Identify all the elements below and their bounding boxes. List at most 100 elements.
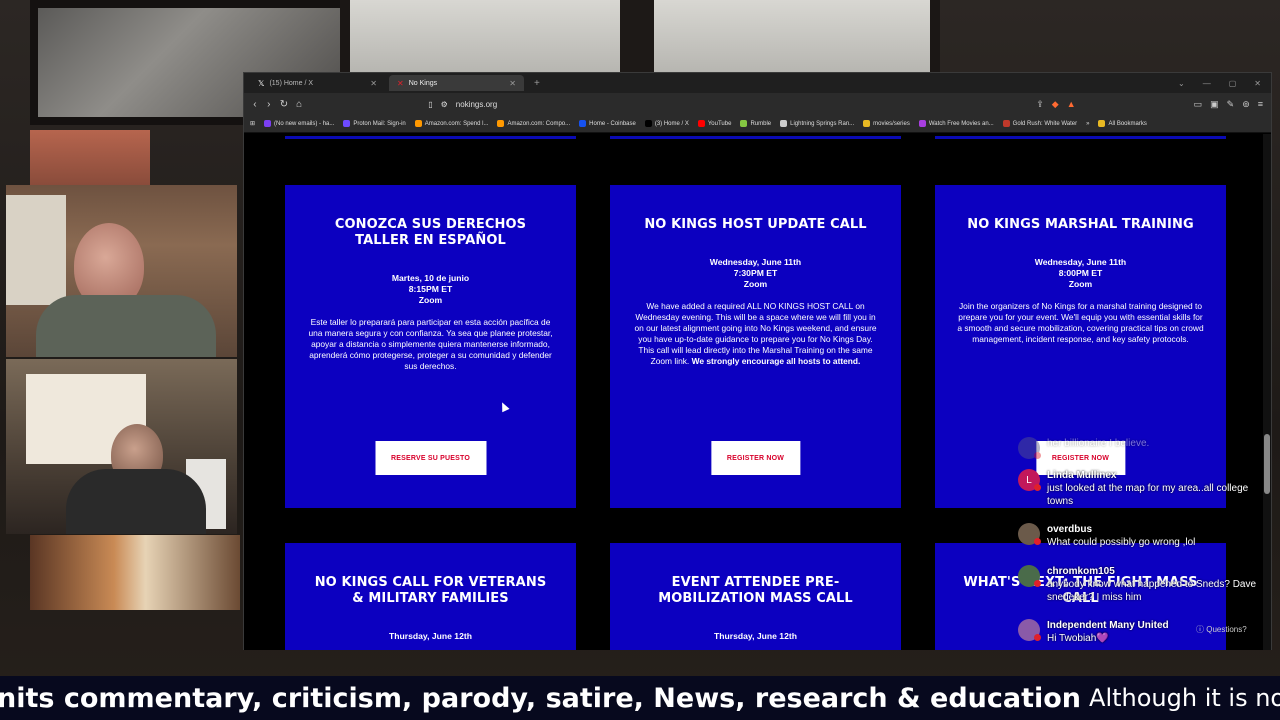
bookmark-label: movies/series [873, 120, 910, 127]
bookmark-item[interactable]: (No new emails) - ha... [264, 120, 334, 127]
share-icon[interactable]: ⇪ [1036, 99, 1044, 110]
bookmark-label: YouTube [707, 120, 732, 127]
card-datetime-line: 7:30PM ET [733, 268, 778, 278]
card-datetime-line: Thursday, June 12th [389, 631, 472, 641]
bookmark-favicon-icon [918, 120, 926, 127]
bookmark-item[interactable]: Proton Mail: Sign-in [343, 120, 406, 127]
address-bar[interactable]: ▯ ⚙ nokings.org [428, 100, 1028, 109]
tab-label: (15) Home / X [269, 79, 314, 87]
news-ticker: nits commentary, criticism, parody, sati… [0, 676, 1280, 720]
x-icon: 𝕏 [258, 78, 265, 88]
bookmark-item[interactable]: Home - Coinbase [579, 120, 636, 127]
bookmark-item[interactable]: YouTube [697, 120, 732, 127]
chat-message: chromkom105 anybody know what happened to… [1018, 565, 1260, 604]
more-bookmarks-icon[interactable]: » [1086, 121, 1089, 127]
brave-shield-icon[interactable]: ◆ [1052, 99, 1059, 110]
scroll-thumb[interactable] [1264, 434, 1270, 494]
bookmark-item[interactable]: Lightning Springs Ran... [780, 120, 854, 127]
bookmark-item[interactable]: (3) Home / X [644, 120, 689, 127]
register-button[interactable]: RESERVE SU PUESTO [375, 441, 486, 475]
apps-icon[interactable]: ⊞ [250, 120, 255, 127]
extensions-icon[interactable]: ✎ [1227, 99, 1235, 110]
chat-message: L Linda Mullinex just looked at the map fo… [1018, 469, 1260, 508]
card-datetime: Wednesday, June 11th 7:30PM ET Zoom [632, 257, 879, 290]
nav-bar: ‹ › ↻ ⌂ ▯ ⚙ nokings.org ⇪ ◆ ▲ ▭ ▣ ✎ ⊚ ≡ [244, 93, 1271, 115]
questions-label[interactable]: ⓘ Questions? [1196, 624, 1247, 635]
bookmark-item[interactable]: Rumble [740, 120, 771, 127]
close-window-icon[interactable]: ✕ [1254, 79, 1261, 88]
event-card: EVENT ATTENDEE PRE-MOBILIZATION MASS CAL… [610, 543, 901, 650]
avatar-initial: L [1026, 474, 1032, 486]
bookmark-label: Rumble [750, 120, 772, 127]
person-shirt [66, 469, 206, 534]
register-button[interactable]: REGISTER NOW [710, 441, 801, 475]
tab-x-home[interactable]: 𝕏 (15) Home / X ✕ [250, 75, 385, 91]
maximize-icon[interactable]: ▢ [1229, 79, 1237, 88]
chat-message-body: overdbus What could possibly go wrong ,lo… [1047, 523, 1195, 549]
live-chat-overlay: her billionaire I believe. L Linda Mulline… [1010, 425, 1260, 660]
site-info-icon[interactable]: ⚙ [441, 100, 448, 109]
card-datetime-line: Wednesday, June 11th [1034, 257, 1127, 267]
bookmark-item[interactable]: Watch Free Movies an... [918, 120, 994, 127]
menu-icon[interactable]: ≡ [1258, 99, 1263, 110]
chat-message: overdbus What could possibly go wrong ,lo… [1018, 523, 1195, 549]
no-kings-icon: ✕ [397, 78, 404, 88]
card-edge [610, 136, 901, 139]
card-datetime-line: Zoom [418, 295, 443, 305]
card-description: We have added a required ALL NO KINGS HO… [632, 301, 879, 367]
chat-avatar: L [1018, 469, 1041, 491]
forward-icon[interactable]: › [266, 99, 272, 110]
reload-icon[interactable]: ↻ [280, 99, 288, 110]
card-description-text: Join the organizers of No Kings for a ma… [957, 301, 1204, 344]
background-roof [30, 130, 150, 185]
home-icon[interactable]: ⌂ [296, 99, 302, 110]
window-frame-bar [620, 0, 654, 72]
sidebar-icon[interactable]: ▭ [1194, 99, 1203, 110]
close-tab-icon[interactable]: ✕ [370, 79, 377, 88]
event-card: CONOZCA SUS DERECHOS TALLER EN ESPAÑOL Ma… [285, 185, 576, 508]
bookmark-item[interactable]: Gold Rush: White Water [1002, 120, 1077, 127]
chat-message: her billionaire I believe. [1018, 437, 1149, 459]
chat-message-body: Linda Mullinex just looked at the map for… [1047, 469, 1260, 508]
wallet-icon[interactable]: ▣ [1210, 99, 1219, 110]
chat-message: Independent Many United Hi Twobiah💜 [1018, 619, 1169, 645]
bookmark-favicon-icon [579, 120, 587, 127]
card-datetime-line: Thursday, June 12th [714, 631, 797, 641]
chat-avatar [1018, 565, 1041, 587]
bookmark-item[interactable]: Amazon.com: Spend l... [414, 120, 488, 127]
card-datetime: Martes, 10 de junio 8:15PM ET Zoom [307, 273, 554, 306]
bookmark-list: (No new emails) - ha... Proton Mail: Sign… [264, 120, 1077, 127]
bookmark-label: Amazon.com: Compo... [507, 120, 571, 127]
stream-scene: 𝕏 (15) Home / X ✕ ✕ No Kings ✕ + ⌄ — ▢ ✕… [0, 0, 1280, 720]
card-datetime: Thursday, June 12th [307, 631, 554, 642]
bookmark-label: Watch Free Movies an... [928, 120, 994, 127]
bookmark-label: (No new emails) - ha... [274, 120, 335, 127]
chat-text: anybody know what happened to Sneds? Dav… [1047, 579, 1257, 603]
back-icon[interactable]: ‹ [252, 99, 258, 110]
all-bookmarks-label: All Bookmarks [1108, 120, 1147, 127]
card-title: CONOZCA SUS DERECHOS TALLER EN ESPAÑOL [334, 217, 527, 248]
toolbar-right: ⇪ ◆ ▲ ▭ ▣ ✎ ⊚ ≡ [1036, 99, 1263, 110]
cam-window-light [6, 195, 66, 305]
chat-avatar [1018, 437, 1041, 459]
bookmark-item[interactable]: movies/series [863, 120, 910, 127]
minimize-icon[interactable]: — [1203, 79, 1211, 88]
tab-list-icon[interactable]: ⌄ [1178, 79, 1185, 88]
bookmark-favicon-icon [1002, 120, 1010, 127]
rewards-icon[interactable]: ▲ [1067, 99, 1076, 110]
vpn-icon[interactable]: ⊚ [1242, 99, 1250, 110]
close-tab-icon[interactable]: ✕ [509, 79, 516, 88]
all-bookmarks[interactable]: All Bookmarks [1098, 120, 1147, 127]
tab-no-kings[interactable]: ✕ No Kings ✕ [389, 75, 524, 91]
bookmark-favicon-icon [740, 120, 748, 127]
bookmark-favicon-icon [343, 120, 351, 127]
new-tab-button[interactable]: + [528, 78, 546, 89]
chat-message-body: Independent Many United Hi Twobiah💜 [1047, 619, 1169, 645]
webcam-bottom [6, 359, 237, 534]
event-card: NO KINGS CALL FOR VETERANS & MILITARY FA… [285, 543, 576, 650]
bookmark-icon[interactable]: ▯ [428, 100, 432, 109]
bookmark-item[interactable]: Amazon.com: Compo... [497, 120, 570, 127]
card-datetime-line: Zoom [1068, 279, 1093, 289]
scrollbar[interactable] [1263, 134, 1271, 650]
bookmarks-bar: ⊞ (No new emails) - ha... Proton Mail: Si… [244, 115, 1271, 133]
